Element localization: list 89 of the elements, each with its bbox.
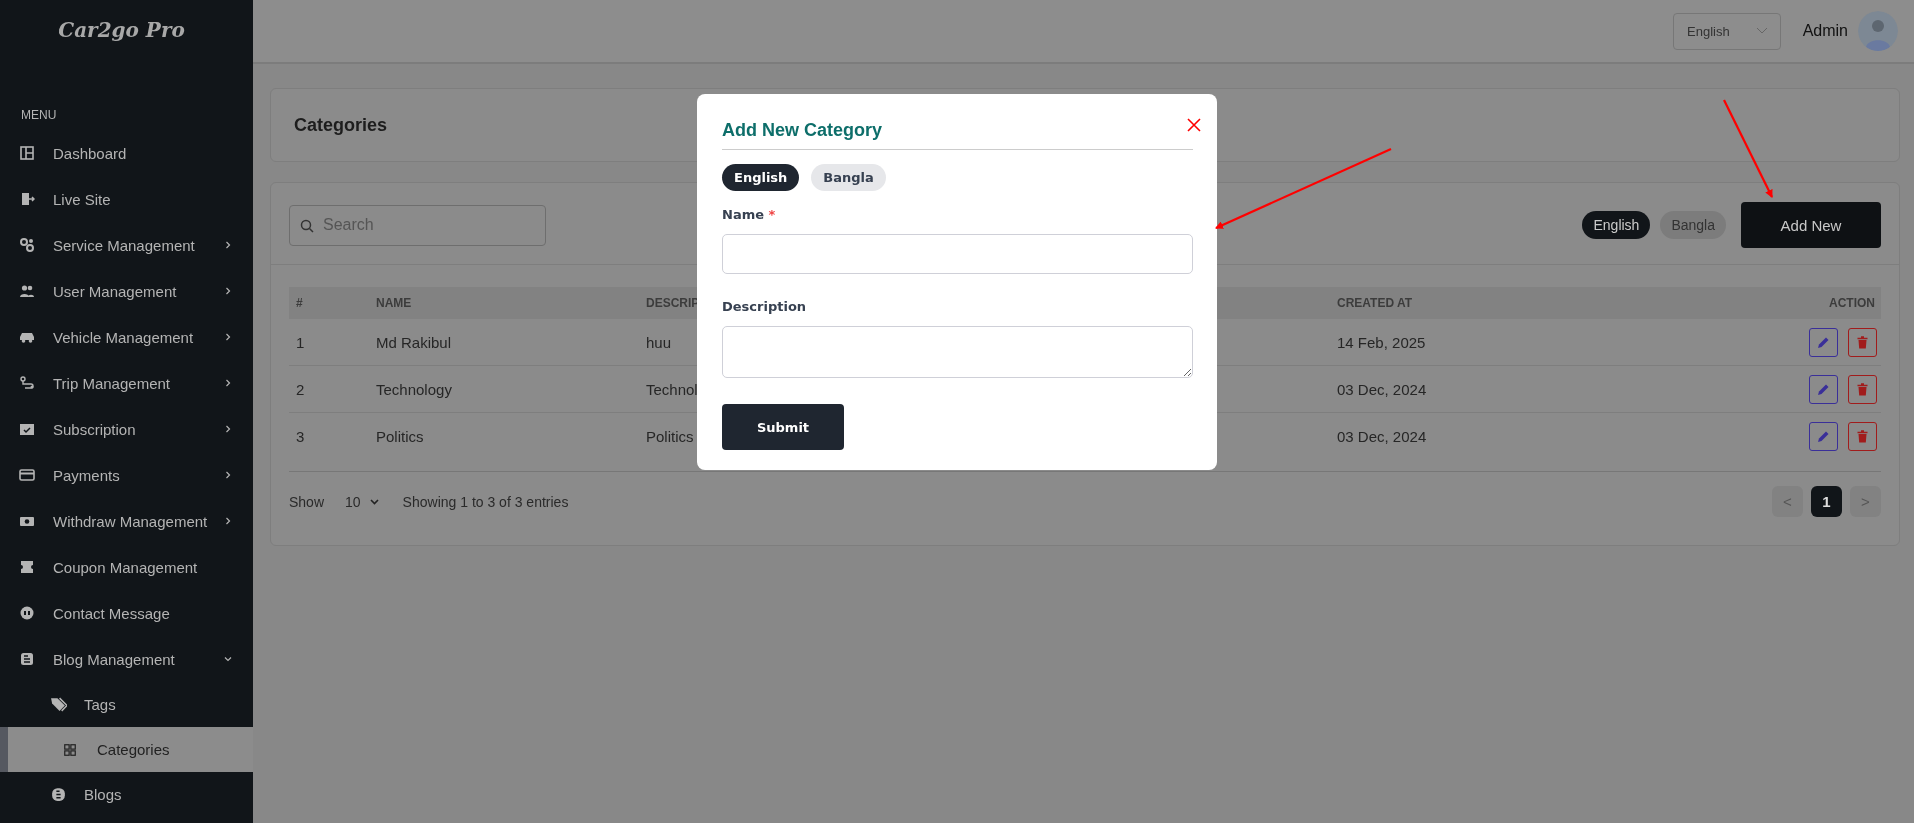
table-cell-text: 14 Feb, 2025 xyxy=(1336,333,1426,351)
field-label: Name * xyxy=(722,207,777,222)
sidebar-item[interactable]: User Management xyxy=(0,268,253,314)
table-cell-text: Md Rakibul xyxy=(375,333,452,351)
sidebar-item[interactable]: Coupon Management xyxy=(0,544,253,590)
layout-icon xyxy=(19,145,35,161)
submenu-item[interactable]: Categories xyxy=(0,727,253,772)
close-icon[interactable] xyxy=(1187,117,1201,132)
language-tab[interactable]: English xyxy=(722,164,800,191)
table-cell-text: 3 xyxy=(295,427,305,445)
column-header: # xyxy=(295,296,303,310)
trash-icon xyxy=(1856,335,1869,349)
name-field[interactable] xyxy=(722,234,1193,274)
show-label: Show xyxy=(289,493,325,510)
field-label: Description xyxy=(722,299,808,314)
table-cell-text: Technol xyxy=(645,380,698,398)
chevron-right-icon xyxy=(223,378,233,388)
language-tab[interactable]: English xyxy=(1582,211,1651,239)
sidebar-item[interactable]: Payments xyxy=(0,452,253,498)
description-field[interactable] xyxy=(722,326,1193,378)
table-cell-text: Politics xyxy=(645,427,694,445)
chevron-right-icon xyxy=(223,240,233,250)
add-new-button[interactable]: Add New xyxy=(1741,202,1881,248)
sidebar-item[interactable]: Contact Message xyxy=(0,590,253,636)
chevron-right-icon xyxy=(223,424,233,434)
edit-button[interactable] xyxy=(1809,374,1838,404)
submenu-item[interactable]: Blogs xyxy=(0,772,253,817)
exit-door-icon xyxy=(19,191,35,207)
chevron-right-icon xyxy=(223,516,233,526)
grid-icon xyxy=(63,742,77,757)
chevron-down-icon xyxy=(1755,27,1768,35)
page-button[interactable]: 1 xyxy=(1811,486,1842,517)
delete-button[interactable] xyxy=(1848,374,1877,404)
column-header: NAME xyxy=(375,296,412,310)
table-cell-text: 03 Dec, 2024 xyxy=(1336,427,1427,445)
language-tab[interactable]: Bangla xyxy=(811,164,886,191)
delete-button[interactable] xyxy=(1848,327,1877,357)
menu-heading: MENU xyxy=(21,108,57,122)
sidebar-item[interactable]: Vehicle Management xyxy=(0,314,253,360)
chevron-down-icon xyxy=(223,654,233,664)
sidebar-item[interactable]: Withdraw Management xyxy=(0,498,253,544)
modal-title: Add New Category xyxy=(722,120,883,141)
chevron-down-icon xyxy=(369,498,379,505)
submit-button[interactable]: Submit xyxy=(722,404,844,450)
chevron-right-icon xyxy=(223,332,233,342)
entries-summary: Showing 1 to 3 of 3 entries xyxy=(402,493,569,510)
pencil-icon xyxy=(1817,335,1830,349)
table-cell-text: Technology xyxy=(375,380,452,398)
edit-button[interactable] xyxy=(1809,421,1838,451)
document-icon xyxy=(50,786,67,803)
sidebar-item[interactable]: Blog Management xyxy=(0,636,253,682)
edit-button[interactable] xyxy=(1809,327,1838,357)
language-select[interactable]: English xyxy=(1673,12,1781,50)
ticket-icon xyxy=(19,559,35,575)
column-header: CREATED AT xyxy=(1336,296,1413,310)
tag-icon xyxy=(50,696,67,713)
pencil-icon xyxy=(1817,382,1830,396)
app-logo: Car2go Pro xyxy=(58,18,185,42)
sidebar-item[interactable]: Live Site xyxy=(0,176,253,222)
route-icon xyxy=(19,375,35,391)
column-header: ACTION xyxy=(1829,296,1876,310)
trash-icon xyxy=(1856,429,1869,443)
avatar[interactable] xyxy=(1858,11,1898,51)
sidebar-item[interactable]: Service Management xyxy=(0,222,253,268)
users-icon xyxy=(19,283,35,299)
submenu-item[interactable]: Tags xyxy=(0,682,253,727)
pencil-icon xyxy=(1817,429,1830,443)
column-header: DESCRIP xyxy=(645,296,700,310)
table-cell-text: Politics xyxy=(375,427,424,445)
blog-icon xyxy=(19,651,35,667)
contact-icon xyxy=(19,605,35,621)
page-title: Categories xyxy=(294,114,388,136)
table-cell-text: 2 xyxy=(295,380,305,398)
calendar-check-icon xyxy=(19,421,35,437)
search-icon xyxy=(300,218,314,233)
gears-icon xyxy=(19,237,35,253)
chevron-right-icon xyxy=(223,470,233,480)
card-icon xyxy=(19,467,35,483)
trash-icon xyxy=(1856,382,1869,396)
chevron-right-icon xyxy=(223,286,233,296)
sidebar-item[interactable]: Dashboard xyxy=(0,130,253,176)
delete-button[interactable] xyxy=(1848,421,1877,451)
sidebar-item[interactable]: Subscription xyxy=(0,406,253,452)
user-name: Admin xyxy=(1802,22,1848,40)
table-cell-text: 03 Dec, 2024 xyxy=(1336,380,1427,398)
table-cell-text: huu xyxy=(645,333,672,351)
page-size-select[interactable]: 10 xyxy=(345,493,379,510)
table-cell-text: 1 xyxy=(295,333,305,351)
sidebar-item[interactable]: Trip Management xyxy=(0,360,253,406)
